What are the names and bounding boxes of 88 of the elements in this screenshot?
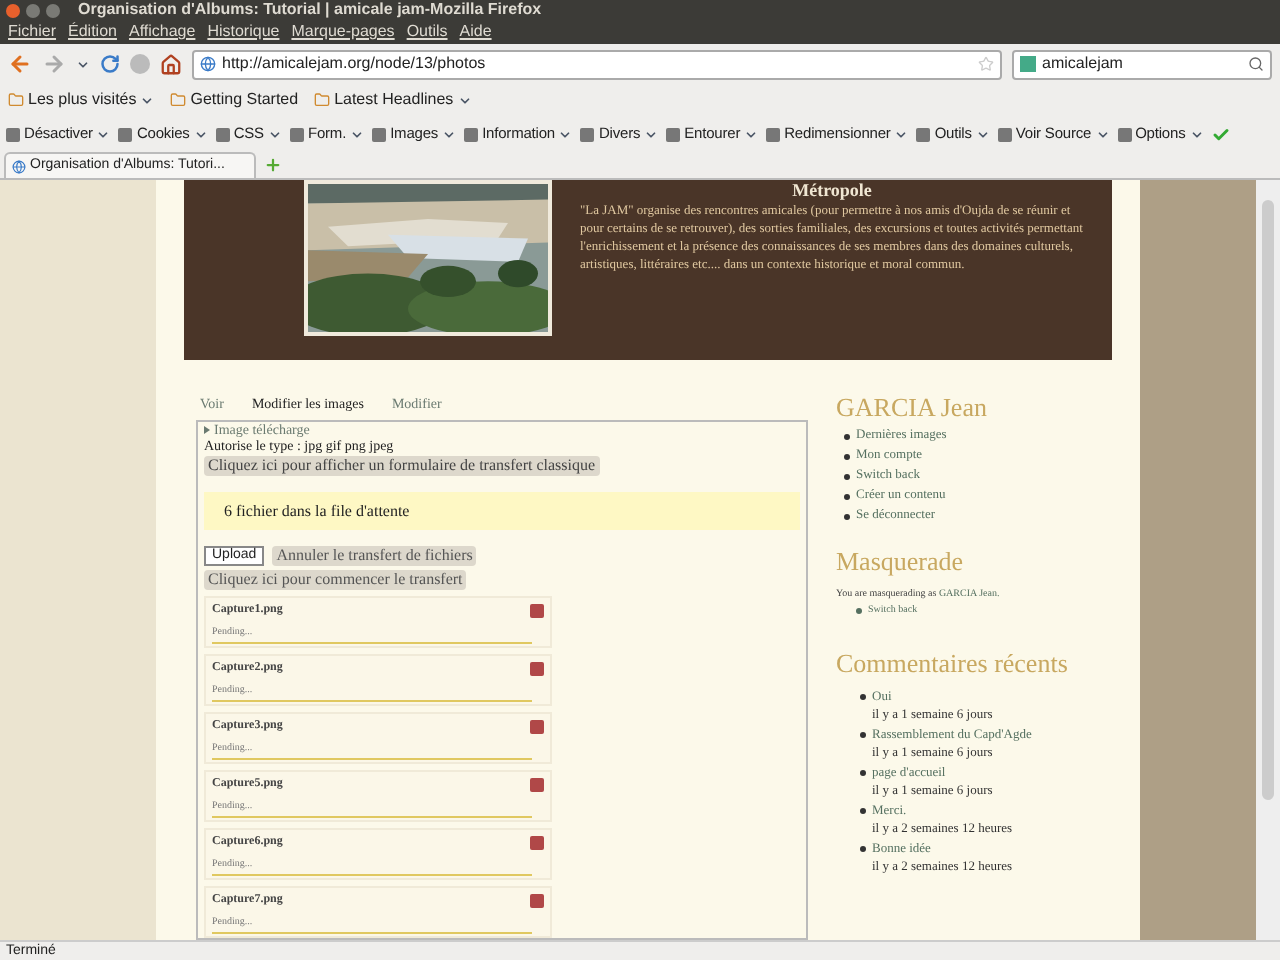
bullet-icon xyxy=(860,732,866,738)
caret-icon xyxy=(558,127,573,141)
caret-icon xyxy=(140,93,155,107)
bullet-icon xyxy=(844,493,850,499)
check-icon[interactable] xyxy=(1211,125,1230,143)
minimize-icon[interactable] xyxy=(26,3,40,17)
sidebar-heading: GARCIA Jean xyxy=(836,392,989,424)
cancel-button[interactable]: Annuler le transfert de fichiers xyxy=(272,546,477,566)
tool-icon xyxy=(997,127,1012,141)
tool-icon xyxy=(118,127,133,141)
menu-item[interactable]: Marque-pages xyxy=(291,24,395,40)
tool-icon xyxy=(580,127,595,141)
reload-icon[interactable] xyxy=(100,54,120,74)
menu-item[interactable]: Fichier xyxy=(8,24,57,40)
expand-icon[interactable] xyxy=(204,426,210,434)
start-upload-button[interactable]: Cliquez ici pour commencer le transfert xyxy=(204,570,467,590)
caret-icon xyxy=(894,127,909,141)
caret-icon xyxy=(644,127,659,141)
caret-icon xyxy=(975,127,990,141)
remove-icon[interactable] xyxy=(530,662,544,676)
bullet-icon xyxy=(856,607,862,614)
menu-item[interactable]: Affichage xyxy=(128,24,196,40)
tool-icon xyxy=(766,127,781,141)
menu-item[interactable]: Historique xyxy=(207,24,280,40)
tool-icon xyxy=(916,127,931,141)
bullet-icon xyxy=(860,770,866,776)
caret-icon xyxy=(193,127,208,141)
search-engine-icon[interactable] xyxy=(1020,56,1036,72)
sidebar-heading: Masquerade xyxy=(836,546,966,578)
menu-item[interactable]: Édition xyxy=(68,24,117,40)
address-field[interactable]: http://amicalejam.org/node/13/photos xyxy=(192,49,1002,79)
stop-icon[interactable] xyxy=(130,54,150,74)
caret-icon xyxy=(267,127,282,141)
folder-icon xyxy=(8,92,24,108)
scrollbar[interactable] xyxy=(1256,180,1280,940)
tool-icon xyxy=(666,127,681,141)
scroll-thumb[interactable] xyxy=(1262,200,1274,800)
caret-icon xyxy=(1095,127,1110,141)
bookmark[interactable]: Latest Headlines xyxy=(334,88,454,112)
url-text: http://amicalejam.org/node/13/photos xyxy=(222,52,488,76)
close-icon[interactable] xyxy=(6,3,20,17)
star-icon[interactable] xyxy=(978,56,994,72)
caret-icon xyxy=(457,93,472,107)
tool-icon xyxy=(289,127,304,141)
tool-icon xyxy=(372,127,387,141)
caret-icon xyxy=(96,127,111,141)
folder-icon xyxy=(170,92,187,108)
caret-icon xyxy=(442,127,457,141)
window-title: Organisation d'Albums: Tutorial | amicale jam-Mozilla Firefox xyxy=(78,2,542,18)
caret-icon xyxy=(1189,127,1204,141)
bullet-icon xyxy=(844,513,850,519)
remove-icon[interactable] xyxy=(530,778,544,792)
remove-icon[interactable] xyxy=(530,604,544,618)
bookmark[interactable]: Getting Started xyxy=(190,88,299,112)
sidebar-heading: Commentaires récents xyxy=(836,646,1070,682)
search-text: amicalejam xyxy=(1042,52,1125,76)
tool-icon xyxy=(1117,127,1132,141)
bullet-icon xyxy=(844,433,850,439)
bullet-icon xyxy=(860,694,866,700)
classic-form-button[interactable]: Cliquez ici pour afficher un formulaire de transfert classique xyxy=(204,456,600,476)
new-tab-icon[interactable] xyxy=(264,156,282,174)
folder-icon xyxy=(314,92,331,108)
bullet-icon xyxy=(860,846,866,852)
menu-item[interactable]: Aide xyxy=(459,24,492,40)
tool-icon xyxy=(6,127,20,141)
bookmark[interactable]: Les plus visités xyxy=(28,88,137,112)
back-icon[interactable] xyxy=(8,52,32,76)
remove-icon[interactable] xyxy=(530,894,544,908)
globe-icon xyxy=(200,56,216,72)
caret-icon xyxy=(350,127,365,141)
bullet-icon xyxy=(844,453,850,459)
globe-icon xyxy=(12,159,26,173)
search-field[interactable]: amicalejam xyxy=(1012,49,1272,79)
search-icon[interactable] xyxy=(1248,56,1264,72)
queue-message: 6 fichier dans la file d'attente xyxy=(204,492,800,530)
maximize-icon[interactable] xyxy=(46,3,60,17)
menu-item[interactable]: Outils xyxy=(406,24,448,40)
bullet-icon xyxy=(844,473,850,479)
bullet-icon xyxy=(860,808,866,814)
caret-icon xyxy=(76,57,90,71)
banner-heading: Métropole xyxy=(790,180,874,200)
remove-icon[interactable] xyxy=(530,720,544,734)
tool-icon xyxy=(215,127,230,141)
remove-icon[interactable] xyxy=(530,836,544,850)
forward-icon[interactable] xyxy=(42,52,66,76)
home-icon[interactable] xyxy=(160,53,182,75)
caret-icon xyxy=(744,127,759,141)
tool-icon xyxy=(464,127,479,141)
